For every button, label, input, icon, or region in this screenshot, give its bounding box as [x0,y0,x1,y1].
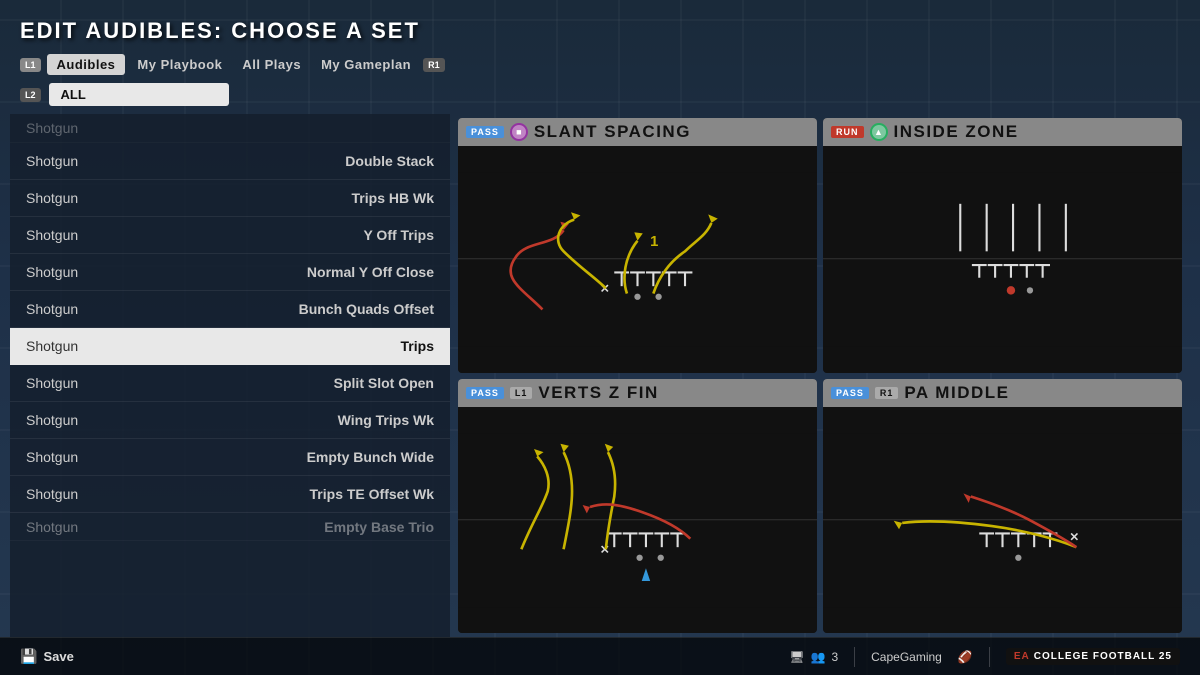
list-item-4[interactable]: Shotgun Normal Y Off Close [10,254,450,291]
formation-label: Shotgun [26,264,78,280]
play-name-label: Trips TE Offset Wk [310,486,434,502]
circle-icon: ■ [510,123,528,141]
card2-title: INSIDE ZONE [894,122,1019,142]
tab-my-playbook[interactable]: My Playbook [129,54,230,75]
play-name-label: Y Off Trips [363,227,434,243]
play-card-slant-spacing[interactable]: PASS ■ SLANT SPACING [458,118,817,373]
user-info: 🖥 👥 3 [789,650,838,664]
play-name-label: Normal Y Off Close [307,264,434,280]
pass-badge: PASS [466,126,504,138]
list-item-6[interactable]: Shotgun Trips [10,328,450,365]
play-list: Shotgun Shotgun Double Stack Shotgun Tri… [10,114,450,637]
pass-badge2: PASS [466,387,504,399]
brand-name: COLLEGE FOOTBALL 25 [1034,651,1172,662]
list-item-5[interactable]: Shotgun Bunch Quads Offset [10,291,450,328]
username: CapeGaming [871,650,942,664]
list-item-9[interactable]: Shotgun Empty Bunch Wide [10,439,450,476]
l2-badge: L2 [20,88,41,102]
page-title: EDIT AUDIBLES: CHOOSE A SET [20,18,1180,44]
card4-header: PASS R1 PA MIDDLE [823,379,1182,407]
play-diagrams: PASS ■ SLANT SPACING [450,114,1190,637]
card2-canvas [823,146,1182,373]
tab-audibles[interactable]: Audibles [47,54,126,75]
ea-label: EA [1014,651,1030,662]
list-item-10[interactable]: Shotgun Trips TE Offset Wk [10,476,450,513]
play-name-label: Bunch Quads Offset [299,301,434,317]
filter-select[interactable]: ALL [49,83,229,106]
svg-text:1: 1 [650,234,658,250]
play-list-inner: Shotgun Shotgun Double Stack Shotgun Tri… [10,114,450,637]
formation-label: Shotgun [26,449,78,465]
l1-badge: L1 [20,58,41,72]
card1-header: PASS ■ SLANT SPACING [458,118,817,146]
r1-badge: R1 [423,58,445,72]
divider2 [989,647,990,667]
bottom-right: 🖥 👥 3 CapeGaming 🏈 EA COLLEGE FOOTBALL 2… [789,647,1180,667]
play-name-label: Trips HB Wk [352,190,434,206]
save-button[interactable]: 💾 Save [20,648,74,665]
triangle-icon: ▲ [870,123,888,141]
users-icon: 👥 [811,650,826,664]
header: EDIT AUDIBLES: CHOOSE A SET L1 Audibles … [0,0,1200,114]
list-item-1[interactable]: Shotgun Double Stack [10,143,450,180]
divider [854,647,855,667]
list-item-0[interactable]: Shotgun [10,114,450,143]
r1-button-badge: R1 [875,387,899,399]
list-item-2[interactable]: Shotgun Trips HB Wk [10,180,450,217]
tab-my-gameplan[interactable]: My Gameplan [313,54,419,75]
formation-label: Shotgun [26,519,78,535]
play-card-pa-middle[interactable]: PASS R1 PA MIDDLE [823,379,1182,634]
play-card-inside-zone[interactable]: RUN ▲ INSIDE ZONE [823,118,1182,373]
card1-canvas: 1 [458,146,817,373]
username-icon: 🏈 [958,650,973,664]
play-name-label: Wing Trips Wk [338,412,434,428]
formation-label: Shotgun [26,190,78,206]
screen-icon: 🖥 [789,650,804,664]
list-item-7[interactable]: Shotgun Split Slot Open [10,365,450,402]
tab-bar: L1 Audibles My Playbook All Plays My Gam… [20,54,1180,75]
formation-label: Shotgun [26,486,78,502]
bottom-bar: 💾 Save 🖥 👥 3 CapeGaming 🏈 EA COLLEGE FOO… [0,637,1200,675]
formation-label: Shotgun [26,412,78,428]
list-item-8[interactable]: Shotgun Wing Trips Wk [10,402,450,439]
card2-header: RUN ▲ INSIDE ZONE [823,118,1182,146]
formation-label: Shotgun [26,375,78,391]
formation-label: Shotgun [26,301,78,317]
formation-label: Shotgun [26,153,78,169]
play-card-verts-z-fin[interactable]: PASS L1 VERTS Z FIN [458,379,817,634]
play-name-label: Trips [401,338,434,354]
play-name-label: Split Slot Open [334,375,434,391]
save-icon: 💾 [20,648,37,665]
play-name-label: Double Stack [345,153,434,169]
brand-logo: EA COLLEGE FOOTBALL 25 [1006,648,1180,665]
formation-label: Shotgun [26,227,78,243]
card4-canvas [823,407,1182,634]
tab-all-plays[interactable]: All Plays [234,54,309,75]
card3-header: PASS L1 VERTS Z FIN [458,379,817,407]
card3-canvas [458,407,817,634]
filter-bar: L2 ALL [20,83,1180,106]
play-name-label: Empty Base Trio [324,519,434,535]
list-item-3[interactable]: Shotgun Y Off Trips [10,217,450,254]
play-name-label: Empty Bunch Wide [307,449,434,465]
formation-label: Shotgun [26,338,78,354]
main-container: EDIT AUDIBLES: CHOOSE A SET L1 Audibles … [0,0,1200,675]
card3-title: VERTS Z FIN [538,383,658,403]
run-badge: RUN [831,126,864,138]
card4-title: PA MIDDLE [904,383,1009,403]
list-item-11[interactable]: Shotgun Empty Base Trio [10,513,450,541]
card1-title: SLANT SPACING [534,122,691,142]
content-area: Shotgun Shotgun Double Stack Shotgun Tri… [0,114,1200,637]
formation-label: Shotgun [26,120,78,136]
player-count: 3 [831,650,838,664]
save-label: Save [43,649,73,664]
pass-badge3: PASS [831,387,869,399]
l1-button-badge: L1 [510,387,533,399]
